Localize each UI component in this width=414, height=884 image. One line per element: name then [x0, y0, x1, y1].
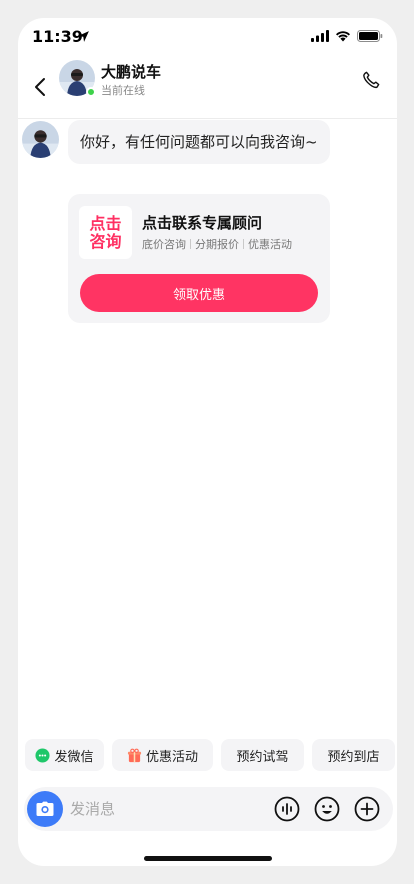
more-button[interactable]	[354, 796, 380, 822]
message-input[interactable]	[70, 798, 250, 820]
wechat-icon	[35, 747, 51, 763]
consultant-card[interactable]: 点击 咨询 点击联系专属顾问 底价咨询 分期报价 优惠活动 领取优惠	[68, 194, 330, 323]
chip-label: 优惠活动	[145, 749, 198, 765]
status-bar: 11:39	[18, 18, 397, 58]
card-tag: 底价咨询	[142, 238, 186, 251]
camera-button[interactable]	[27, 791, 63, 827]
card-title: 点击联系专属顾问	[142, 214, 263, 232]
logo-text-line1: 点击	[89, 213, 122, 233]
claim-offer-button[interactable]: 领取优惠	[80, 274, 318, 312]
signal-icon	[311, 30, 329, 42]
home-indicator	[144, 856, 272, 861]
quick-action-test-drive[interactable]: 预约试驾	[221, 739, 304, 771]
card-tag: 分期报价	[195, 238, 239, 251]
emoji-icon	[314, 796, 340, 822]
emoji-button[interactable]	[314, 796, 340, 822]
call-button[interactable]	[359, 68, 383, 92]
quick-action-wechat[interactable]: 发微信	[25, 739, 104, 771]
plus-icon	[354, 796, 380, 822]
gift-icon	[127, 748, 142, 763]
location-arrow-icon	[78, 31, 89, 42]
status-time: 11:39	[32, 27, 83, 46]
quick-action-store-visit[interactable]: 预约到店	[312, 739, 395, 771]
card-tags: 底价咨询 分期报价 优惠活动	[142, 236, 292, 252]
wifi-icon	[336, 31, 350, 42]
consult-logo: 点击 咨询	[79, 206, 132, 259]
chip-label: 预约到店	[327, 749, 380, 765]
message-avatar[interactable]	[22, 121, 59, 158]
phone-screen: 11:39 大鹏说车 当前在线 你好，有任何问题都可以向我咨询~ 点击 咨询 点…	[18, 18, 397, 866]
greeting-message: 你好，有任何问题都可以向我咨询~	[68, 120, 330, 164]
voice-icon	[274, 796, 300, 822]
voice-button[interactable]	[274, 796, 300, 822]
contact-name: 大鹏说车	[101, 63, 162, 81]
chip-label: 预约试驾	[236, 749, 289, 765]
quick-actions: 发微信 优惠活动 预约试驾 预约到店	[25, 739, 395, 771]
status-icons	[311, 30, 383, 42]
phone-icon	[363, 71, 380, 89]
chat-header: 大鹏说车 当前在线	[18, 58, 397, 119]
presence-status: 当前在线	[101, 84, 145, 97]
back-button[interactable]	[28, 72, 52, 102]
battery-icon	[357, 30, 383, 42]
tag-divider	[243, 239, 244, 249]
chip-label: 发微信	[54, 749, 94, 765]
card-tag: 优惠活动	[248, 238, 292, 251]
chevron-left-icon	[35, 78, 45, 96]
contact-avatar[interactable]	[59, 60, 96, 97]
logo-text-line2: 咨询	[89, 231, 122, 251]
online-status-dot	[86, 87, 96, 97]
camera-icon	[36, 801, 54, 816]
message-input-bar	[24, 787, 393, 831]
quick-action-promotions[interactable]: 优惠活动	[112, 739, 213, 771]
tag-divider	[190, 239, 191, 249]
